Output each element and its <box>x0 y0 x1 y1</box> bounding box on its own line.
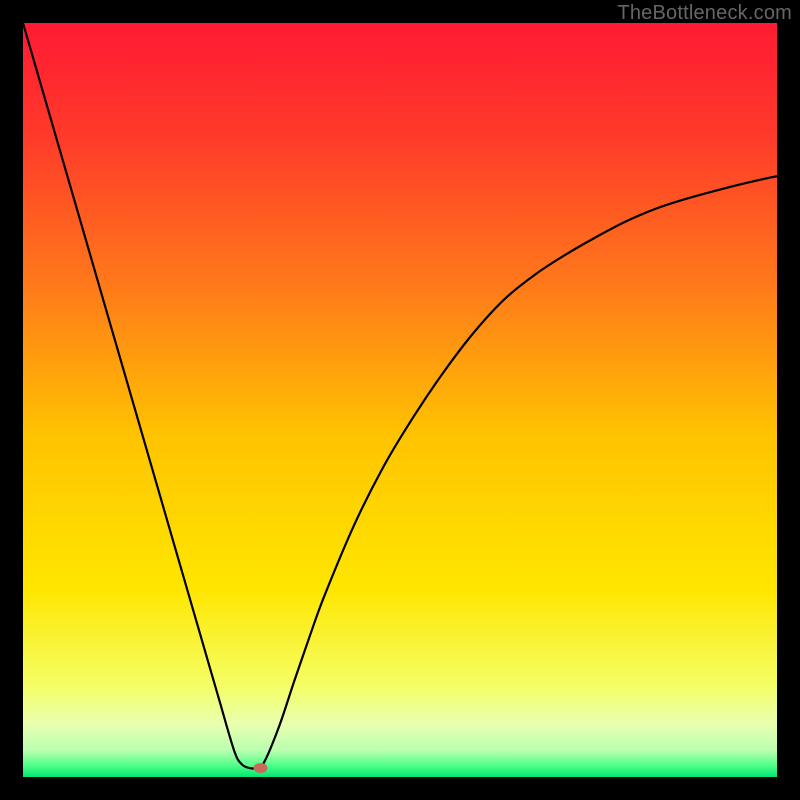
attribution-label: TheBottleneck.com <box>617 2 792 25</box>
chart-frame: TheBottleneck.com <box>0 0 800 800</box>
gradient-background <box>23 23 777 777</box>
chart-svg <box>23 23 777 777</box>
plot-area <box>23 23 777 777</box>
vertex-marker <box>254 763 268 773</box>
